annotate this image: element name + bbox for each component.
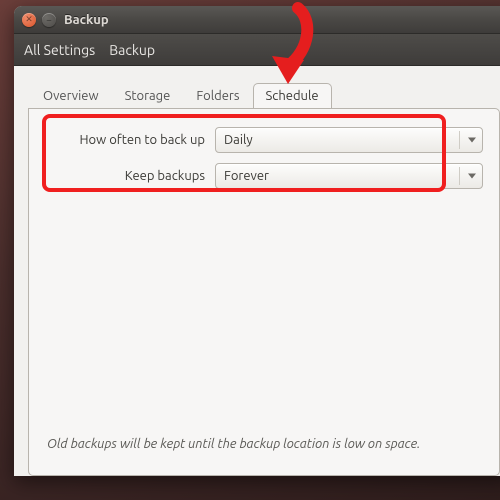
- frequency-value: Daily: [224, 133, 253, 147]
- window-controls: ✕ –: [22, 13, 56, 27]
- keep-label: Keep backups: [45, 169, 205, 183]
- window-title: Backup: [64, 13, 109, 27]
- tab-folders[interactable]: Folders: [183, 83, 252, 109]
- tab-overview[interactable]: Overview: [30, 83, 112, 109]
- frequency-combo[interactable]: Daily: [215, 127, 483, 153]
- breadcrumb-all-settings[interactable]: All Settings: [24, 42, 95, 58]
- tab-storage[interactable]: Storage: [112, 83, 184, 109]
- backup-settings-window: ✕ – Backup All Settings Backup Overview …: [14, 6, 500, 476]
- minimize-icon: –: [47, 15, 51, 25]
- frequency-label: How often to back up: [45, 133, 205, 147]
- tab-schedule[interactable]: Schedule: [253, 83, 332, 109]
- chevron-down-icon: [468, 138, 476, 143]
- content-area: Overview Storage Folders Schedule How of…: [14, 66, 500, 476]
- breadcrumb-toolbar: All Settings Backup: [14, 34, 500, 66]
- combo-separator: [459, 167, 460, 185]
- titlebar: ✕ – Backup: [14, 6, 500, 34]
- chevron-down-icon: [468, 174, 476, 179]
- schedule-form: How often to back up Daily Keep backups …: [45, 127, 483, 189]
- row-frequency: How often to back up Daily: [45, 127, 483, 153]
- close-icon: ✕: [25, 14, 33, 25]
- close-button[interactable]: ✕: [22, 13, 36, 27]
- footer-note: Old backups will be kept until the backu…: [45, 427, 483, 465]
- minimize-button[interactable]: –: [42, 13, 56, 27]
- breadcrumb-backup[interactable]: Backup: [109, 42, 155, 58]
- schedule-panel: How often to back up Daily Keep backups …: [28, 108, 500, 476]
- keep-value: Forever: [224, 169, 269, 183]
- keep-combo[interactable]: Forever: [215, 163, 483, 189]
- combo-separator: [459, 131, 460, 149]
- row-keep: Keep backups Forever: [45, 163, 483, 189]
- tab-bar: Overview Storage Folders Schedule: [28, 80, 500, 108]
